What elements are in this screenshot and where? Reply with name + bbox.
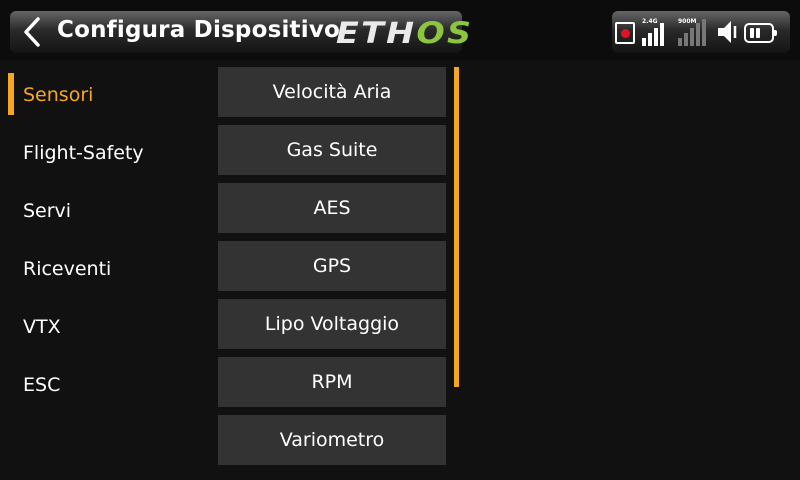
- chevron-left-icon: [24, 17, 40, 47]
- battery-cell: [750, 28, 754, 38]
- option-button-rpm[interactable]: RPM: [218, 357, 446, 407]
- battery-cell: [756, 28, 760, 38]
- record-icon: [615, 22, 635, 44]
- battery-icon: [744, 23, 777, 43]
- option-button-variometro[interactable]: Variometro: [218, 415, 446, 465]
- option-button-velocita-aria[interactable]: Velocità Aria: [218, 67, 446, 117]
- option-button-lipo-voltaggio[interactable]: Lipo Voltaggio: [218, 299, 446, 349]
- logo-accent-text: OS: [416, 16, 474, 50]
- sidebar-item-sensori[interactable]: Sensori: [23, 84, 93, 106]
- sidebar-item-riceventi[interactable]: Riceventi: [23, 258, 111, 280]
- signal-2g4-icon: [642, 18, 672, 46]
- sidebar-item-esc[interactable]: ESC: [23, 374, 60, 396]
- option-button-gas-suite[interactable]: Gas Suite: [218, 125, 446, 175]
- logo-main-text: ETH: [336, 16, 417, 50]
- signal-900m-icon: [678, 18, 708, 46]
- sidebar-item-vtx[interactable]: VTX: [23, 316, 61, 338]
- sidebar-item-flight-safety[interactable]: Flight-Safety: [23, 142, 144, 164]
- active-item-indicator: [8, 73, 14, 115]
- page-title: Configura Dispositivo: [57, 17, 341, 43]
- option-button-gps[interactable]: GPS: [218, 241, 446, 291]
- header-bar: Configura Dispositivo ETHOS 2.4G 900M: [0, 0, 800, 60]
- ethos-logo: ETHOS: [336, 16, 473, 50]
- scrollbar[interactable]: [454, 67, 459, 387]
- option-button-aes[interactable]: AES: [218, 183, 446, 233]
- speaker-icon: [716, 19, 740, 45]
- sidebar-item-servi[interactable]: Servi: [23, 200, 71, 222]
- back-button[interactable]: [18, 14, 48, 50]
